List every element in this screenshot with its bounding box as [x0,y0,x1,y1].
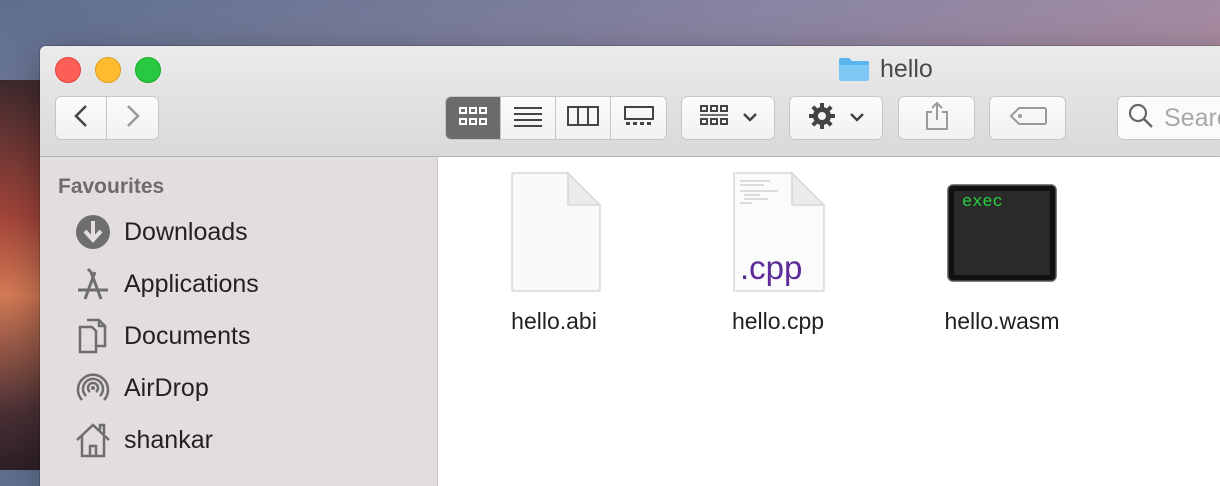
cover-flow-view-icon [623,105,654,132]
cover-flow-view-button[interactable] [611,97,666,139]
sidebar-item-label: Applications [124,269,259,298]
search-icon [1128,103,1154,134]
download-icon [74,213,112,251]
forward-button[interactable] [107,97,158,139]
sidebar-item-airdrop[interactable]: AirDrop [74,368,209,408]
chevron-left-icon [74,104,88,133]
airdrop-icon [74,369,112,407]
blank-document-icon [506,171,602,299]
sidebar-item-shankar[interactable]: shankar [74,420,213,460]
column-view-button[interactable] [556,97,611,139]
sidebar-heading: Favourites [58,175,165,198]
sidebar: Favourites Downloads Applications Docume… [40,157,438,486]
folder-icon [838,56,870,82]
minimize-button[interactable] [95,57,121,83]
icon-view-icon [458,105,488,132]
arrange-grid-icon [699,104,729,133]
sidebar-item-label: Documents [124,321,251,350]
file-type-badge: .cpp [740,249,803,286]
sidebar-item-label: shankar [124,425,213,454]
executable-icon: exec [946,171,1058,295]
file-name: hello.wasm [944,308,1060,334]
share-icon [925,101,949,136]
sidebar-item-label: AirDrop [124,373,209,402]
gear-icon [808,102,836,135]
share-button[interactable] [898,96,975,140]
window-title-text: hello [880,54,933,83]
file-name: hello.abi [511,308,597,334]
search-input[interactable] [1162,102,1220,134]
file-item[interactable]: .cpp hello.cpp [703,171,853,335]
toolbar: hello [40,46,1220,157]
applications-icon [74,265,112,303]
close-button[interactable] [55,57,81,83]
search-field[interactable] [1117,96,1220,140]
column-view-icon [567,105,599,132]
list-view-button[interactable] [501,97,556,139]
maximize-button[interactable] [135,57,161,83]
chevron-down-icon [850,109,864,127]
file-item[interactable]: hello.abi [479,171,629,335]
home-icon [74,421,112,459]
action-button[interactable] [789,96,883,140]
chevron-right-icon [126,104,140,133]
documents-icon [74,317,112,355]
list-view-icon [513,105,543,132]
sidebar-item-label: Downloads [124,217,248,246]
tag-button[interactable] [989,96,1066,140]
view-mode-selector [445,96,667,140]
icon-view-button[interactable] [446,97,501,139]
arrange-button[interactable] [681,96,775,140]
back-button[interactable] [56,97,108,139]
sidebar-item-applications[interactable]: Applications [74,264,259,304]
chevron-down-icon [743,109,757,127]
finder-window: hello Search Favourites Downloads Applic… [40,46,1220,486]
sidebar-item-documents[interactable]: Documents [74,316,250,356]
tag-icon [1009,106,1047,131]
cpp-document-icon: .cpp [730,171,826,295]
nav-buttons [55,96,159,140]
exec-label: exec [962,193,1003,212]
file-item[interactable]: exec hello.wasm [927,171,1077,335]
file-name: hello.cpp [731,308,825,334]
sidebar-item-downloads[interactable]: Downloads [74,212,248,252]
window-title: hello [838,54,933,84]
file-browser: hello.abi .cpp hello.cpp exec hello.wasm [438,157,1220,486]
